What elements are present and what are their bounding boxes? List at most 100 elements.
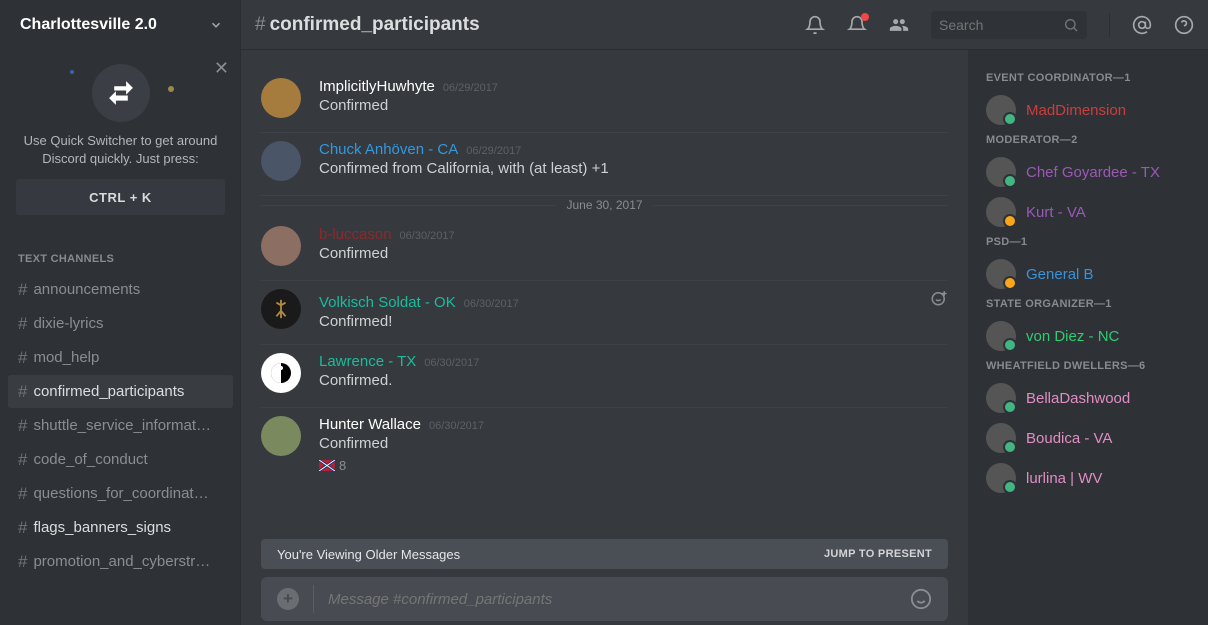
channel-questions_for_coordinat-[interactable]: # questions_for_coordinat… (8, 477, 233, 510)
hash-icon: # (18, 518, 27, 538)
hash-icon: # (18, 416, 27, 436)
username[interactable]: Hunter Wallace (319, 416, 421, 433)
channel-label: code_of_conduct (33, 451, 147, 468)
username[interactable]: b-luccason (319, 226, 392, 243)
channel-label: mod_help (33, 349, 99, 366)
message-text: Confirmed! (319, 313, 948, 330)
hash-icon: # (18, 382, 27, 402)
channel-label: announcements (33, 281, 140, 298)
timestamp: 06/30/2017 (400, 230, 455, 242)
quick-switcher-button[interactable]: CTRL + K (16, 179, 225, 215)
timestamp: 06/30/2017 (424, 357, 479, 369)
avatar (986, 463, 1016, 493)
reaction-row: 8 (319, 458, 948, 473)
reaction-count: 8 (339, 458, 346, 473)
older-messages-banner[interactable]: You're Viewing Older Messages JUMP TO PR… (261, 539, 948, 569)
hash-icon: # (18, 552, 27, 572)
member-name: Boudica - VA (1026, 430, 1112, 447)
member-name: von Diez - NC (1026, 328, 1119, 345)
message-row: Volkisch Soldat - OK06/30/2017Confirmed! (261, 281, 948, 345)
channel-label: flags_banners_signs (33, 519, 171, 536)
channel-mod_help[interactable]: # mod_help (8, 341, 233, 374)
date-divider: June 30, 2017 (261, 198, 948, 212)
username[interactable]: ImplicitlyHuwhyte (319, 78, 435, 95)
message-row: b-luccason 06/30/2017 Confirmed (261, 218, 948, 281)
older-banner-text: You're Viewing Older Messages (277, 547, 460, 562)
avatar[interactable] (261, 416, 301, 456)
close-icon[interactable]: ✕ (214, 58, 229, 79)
hash-icon: # (18, 348, 27, 368)
members-list: EVENT COORDINATOR—1MadDimensionMODERATOR… (968, 50, 1208, 625)
member-row[interactable]: MadDimension (978, 90, 1198, 130)
avatar[interactable] (261, 78, 301, 118)
channel-confirmed_participants[interactable]: # confirmed_participants (8, 375, 233, 408)
reaction[interactable]: 8 (319, 458, 346, 473)
username[interactable]: Chuck Anhöven - CA (319, 141, 458, 158)
quick-switcher-card: ✕ Use Quick Switcher to get around Disco… (0, 50, 241, 235)
add-reaction-icon[interactable] (930, 289, 948, 307)
avatar (986, 157, 1016, 187)
channel-code_of_conduct[interactable]: # code_of_conduct (8, 443, 233, 476)
emoji-picker-icon[interactable] (910, 588, 932, 610)
input-divider (313, 585, 314, 613)
channel-flags_banners_signs[interactable]: # flags_banners_signs (8, 511, 233, 544)
role-header: EVENT COORDINATOR—1 (978, 68, 1198, 90)
avatar (986, 321, 1016, 351)
avatar (986, 383, 1016, 413)
message-input[interactable] (328, 591, 896, 608)
member-row[interactable]: Boudica - VA (978, 418, 1198, 458)
avatar[interactable] (261, 226, 301, 266)
role-header: WHEATFIELD DWELLERS—6 (978, 356, 1198, 378)
channel-label: promotion_and_cyberstr… (33, 553, 210, 570)
channel-announcements[interactable]: #announcements (8, 273, 233, 306)
toolbar-divider (1109, 13, 1110, 37)
server-header[interactable]: Charlottesville 2.0 (0, 0, 241, 50)
member-row[interactable]: Kurt - VA (978, 192, 1198, 232)
message-text: Confirmed (319, 435, 948, 452)
channel-label: confirmed_participants (33, 383, 184, 400)
message-text: Confirmed (319, 245, 948, 262)
channel-title: # confirmed_participants (255, 14, 480, 36)
channel-promotion_and_cyberstr-[interactable]: # promotion_and_cyberstr… (8, 545, 233, 578)
channel-shuttle_service_informat-[interactable]: # shuttle_service_informat… (8, 409, 233, 442)
channel-name: confirmed_participants (270, 14, 480, 36)
sidebar: ✕ Use Quick Switcher to get around Disco… (0, 50, 241, 625)
mentions-icon[interactable] (1132, 15, 1152, 35)
message-text: Confirmed. (319, 372, 948, 389)
avatar[interactable] (261, 353, 301, 393)
channel-label: questions_for_coordinat… (33, 485, 208, 502)
search-icon (1063, 17, 1079, 33)
date-divider-label: June 30, 2017 (556, 198, 652, 212)
message-text: Confirmed (319, 97, 948, 114)
member-list-icon[interactable] (889, 15, 909, 35)
member-row[interactable]: BellaDashwood (978, 378, 1198, 418)
message-row: Lawrence - TX 06/30/2017 Confirmed. (261, 345, 948, 408)
member-name: MadDimension (1026, 102, 1126, 119)
member-row[interactable]: lurlina | WV (978, 458, 1198, 498)
member-row[interactable]: von Diez - NC (978, 316, 1198, 356)
jump-to-present-button[interactable]: JUMP TO PRESENT (824, 548, 932, 560)
search-input[interactable] (939, 17, 1063, 33)
role-header: STATE ORGANIZER—1 (978, 294, 1198, 316)
add-attachment-icon[interactable]: + (277, 588, 299, 610)
hash-icon: # (18, 484, 27, 504)
member-name: Kurt - VA (1026, 204, 1086, 221)
member-name: Chef Goyardee - TX (1026, 164, 1160, 181)
notifications-icon[interactable] (805, 15, 825, 35)
help-icon[interactable] (1174, 15, 1194, 35)
avatar[interactable] (261, 141, 301, 181)
username[interactable]: Volkisch Soldat - OK (319, 294, 456, 311)
channel-label: shuttle_service_informat… (33, 417, 211, 434)
member-name: lurlina | WV (1026, 470, 1102, 487)
member-row[interactable]: Chef Goyardee - TX (978, 152, 1198, 192)
hash-icon: # (18, 450, 27, 470)
chat-area: ImplicitlyHuwhyte06/29/2017ConfirmedChuc… (241, 50, 968, 625)
search-box[interactable] (931, 11, 1087, 39)
avatar[interactable] (261, 289, 301, 329)
avatar (986, 95, 1016, 125)
swap-arrows-icon (16, 64, 225, 122)
pinned-messages-icon[interactable] (847, 15, 867, 35)
channel-dixie-lyrics[interactable]: #dixie-lyrics (8, 307, 233, 340)
username[interactable]: Lawrence - TX (319, 353, 416, 370)
member-row[interactable]: General B (978, 254, 1198, 294)
